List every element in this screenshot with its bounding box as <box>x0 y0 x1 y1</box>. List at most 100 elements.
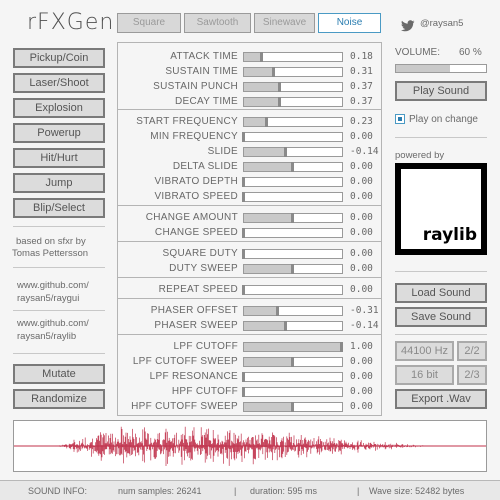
phaser-offset-slider-thumb[interactable] <box>275 306 279 316</box>
phaser-sweep-slider[interactable] <box>243 321 343 331</box>
sustain-time-value: 0.31 <box>350 66 373 77</box>
lpf-resonance-slider-thumb[interactable] <box>242 372 245 382</box>
mutate-button[interactable]: Mutate <box>13 364 105 384</box>
hpf-cutoff-sweep-value: 0.00 <box>350 401 373 412</box>
export-wav-button[interactable]: Export .Wav <box>395 389 487 409</box>
status-wave-size: Wave size: 52482 bytes <box>369 486 465 496</box>
change-speed-slider-thumb[interactable] <box>242 228 245 238</box>
delta-slide-slider-thumb[interactable] <box>291 162 294 172</box>
tab-square[interactable]: Square <box>117 13 181 33</box>
lpf-cutoff-sweep-slider-fill <box>244 358 293 366</box>
vibrato-depth-slider-thumb[interactable] <box>242 177 245 187</box>
preset-jump-button[interactable]: Jump <box>13 173 105 193</box>
duty-sweep-slider-fill <box>244 265 293 273</box>
raygui-link-line1[interactable]: www.github.com/ <box>17 280 89 291</box>
sustain-time-slider-thumb[interactable] <box>272 67 276 77</box>
sustain-time-slider[interactable] <box>243 67 343 77</box>
duty-sweep-slider[interactable] <box>243 264 343 274</box>
lpf-cutoff-sweep-slider[interactable] <box>243 357 343 367</box>
volume-fill <box>396 65 450 72</box>
square-duty-slider[interactable] <box>242 249 343 259</box>
twitter-handle[interactable]: @raysan5 <box>420 18 463 29</box>
play-sound-button[interactable]: Play Sound <box>395 81 487 101</box>
tab-sinewave[interactable]: Sinewave <box>254 13 315 33</box>
duty-sweep-slider-thumb[interactable] <box>291 264 294 274</box>
vibrato-depth-slider[interactable] <box>242 177 343 187</box>
preset-laser-shoot-button[interactable]: Laser/Shoot <box>13 73 105 93</box>
phaser-sweep-slider-thumb[interactable] <box>284 321 288 331</box>
slide-slider[interactable] <box>243 147 343 157</box>
change-speed-label: CHANGE SPEED <box>154 227 238 238</box>
preset-blip-select-button[interactable]: Blip/Select <box>13 198 105 218</box>
vibrato-speed-slider-thumb[interactable] <box>242 192 245 202</box>
start-frequency-slider[interactable] <box>243 117 343 127</box>
hpf-cutoff-sweep-slider-fill <box>244 403 293 411</box>
sample-rate-toggle[interactable]: 2/2 <box>457 341 487 361</box>
sustain-punch-slider[interactable] <box>243 82 343 92</box>
decay-time-slider-thumb[interactable] <box>278 97 282 107</box>
volume-slider[interactable] <box>395 64 487 73</box>
attack-time-slider[interactable] <box>243 52 343 62</box>
phaser-sweep-slider-fill <box>244 322 287 330</box>
credits-based-on: based on sfxr by <box>16 236 86 247</box>
min-frequency-slider-thumb[interactable] <box>242 132 245 142</box>
change-speed-slider[interactable] <box>242 228 343 238</box>
play-on-change-checkbox[interactable] <box>395 114 405 124</box>
raygui-link-line2[interactable]: raysan5/raygui <box>17 293 79 304</box>
slider-group-separator <box>118 298 381 299</box>
hpf-cutoff-sweep-slider-thumb[interactable] <box>291 402 294 412</box>
repeat-speed-slider[interactable] <box>242 285 343 295</box>
load-sound-button[interactable]: Load Sound <box>395 283 487 303</box>
save-sound-button[interactable]: Save Sound <box>395 307 487 327</box>
bit-depth-toggle[interactable]: 2/3 <box>457 365 487 385</box>
raylib-link-line2[interactable]: raysan5/raylib <box>17 331 76 342</box>
sustain-punch-slider-thumb[interactable] <box>278 82 282 92</box>
delta-slide-slider-fill <box>244 163 293 171</box>
lpf-resonance-value: 0.00 <box>350 371 373 382</box>
tab-sawtooth[interactable]: Sawtooth <box>184 13 251 33</box>
app-title: rFXGen <box>27 10 115 35</box>
decay-time-value: 0.37 <box>350 96 373 107</box>
slide-slider-thumb[interactable] <box>284 147 288 157</box>
status-duration: duration: 595 ms <box>250 486 318 496</box>
preset-hit-hurt-button[interactable]: Hit/Hurt <box>13 148 105 168</box>
vibrato-speed-slider[interactable] <box>242 192 343 202</box>
delta-slide-slider[interactable] <box>243 162 343 172</box>
change-amount-slider-thumb[interactable] <box>291 213 294 223</box>
attack-time-slider-thumb[interactable] <box>259 52 263 62</box>
square-duty-value: 0.00 <box>350 248 373 259</box>
tab-noise[interactable]: Noise <box>318 13 381 33</box>
hpf-cutoff-slider-thumb[interactable] <box>242 387 245 397</box>
repeat-speed-slider-thumb[interactable] <box>242 285 245 295</box>
randomize-button[interactable]: Randomize <box>13 389 105 409</box>
slider-group-separator <box>118 277 381 278</box>
sample-rate-button[interactable]: 44100 Hz <box>395 341 454 361</box>
slide-slider-fill <box>244 148 287 156</box>
preset-powerup-button[interactable]: Powerup <box>13 123 105 143</box>
credits-author: Tomas Pettersson <box>12 248 89 259</box>
decay-time-slider[interactable] <box>243 97 343 107</box>
min-frequency-slider[interactable] <box>242 132 343 142</box>
vibrato-depth-label: VIBRATO DEPTH <box>154 176 238 187</box>
bit-depth-button[interactable]: 16 bit <box>395 365 454 385</box>
square-duty-slider-thumb[interactable] <box>242 249 245 259</box>
start-frequency-slider-thumb[interactable] <box>264 117 268 127</box>
change-amount-slider[interactable] <box>243 213 343 223</box>
preset-pickup-coin-button[interactable]: Pickup/Coin <box>13 48 105 68</box>
delta-slide-label: DELTA SLIDE <box>172 161 238 172</box>
hpf-cutoff-slider[interactable] <box>242 387 343 397</box>
lpf-resonance-slider[interactable] <box>242 372 343 382</box>
slide-value: -0.14 <box>350 146 379 157</box>
phaser-offset-slider[interactable] <box>243 306 343 316</box>
sustain-punch-slider-fill <box>244 83 281 91</box>
lpf-cutoff-slider-thumb[interactable] <box>340 342 343 352</box>
raylib-link-line1[interactable]: www.github.com/ <box>17 318 89 329</box>
hpf-cutoff-sweep-slider[interactable] <box>243 402 343 412</box>
lpf-cutoff-sweep-slider-thumb[interactable] <box>291 357 294 367</box>
start-frequency-slider-fill <box>244 118 267 126</box>
lpf-cutoff-slider[interactable] <box>243 342 343 352</box>
raylib-logo: raylib <box>395 163 487 255</box>
preset-explosion-button[interactable]: Explosion <box>13 98 105 118</box>
raylib-logo-text: raylib <box>422 225 477 245</box>
sustain-punch-label: SUSTAIN PUNCH <box>153 81 238 92</box>
